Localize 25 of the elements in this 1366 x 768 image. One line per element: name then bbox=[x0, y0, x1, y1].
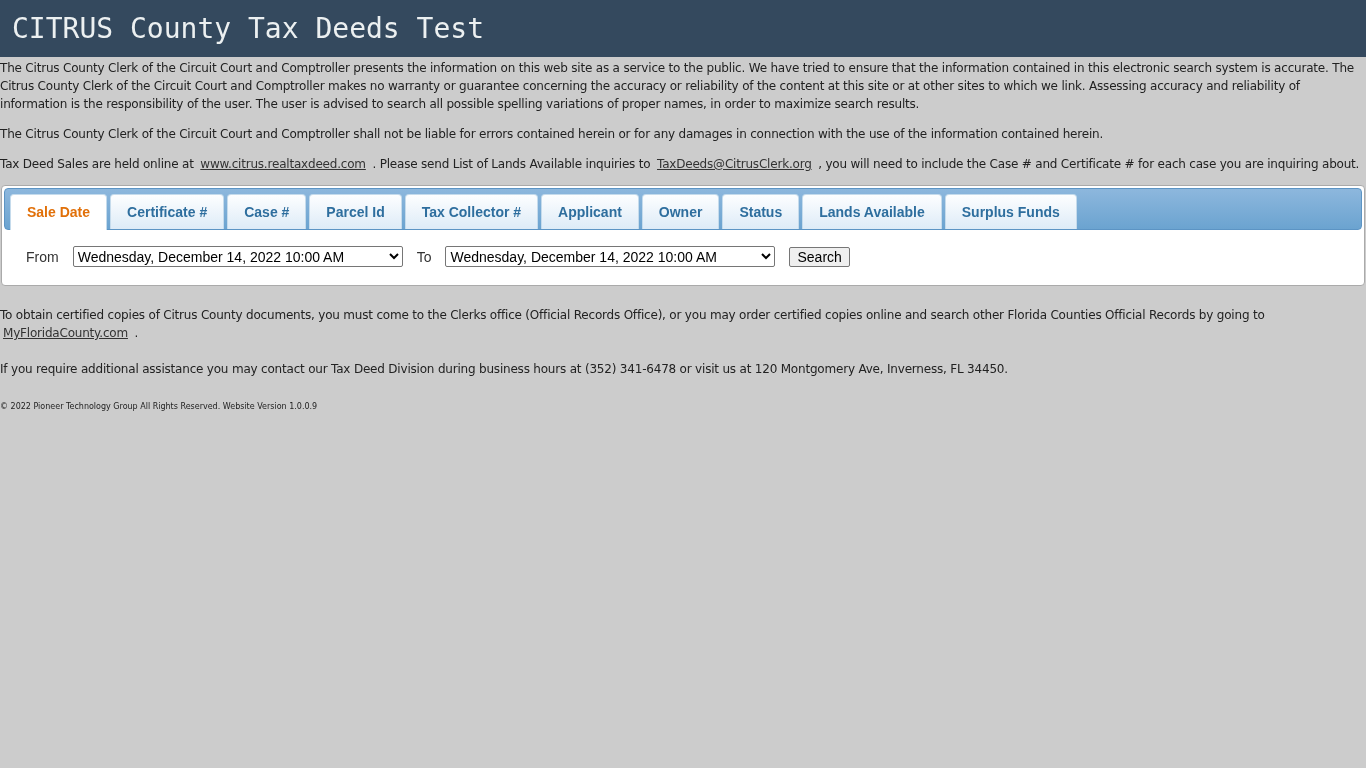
from-date-dropdown[interactable]: Wednesday, December 14, 2022 10:00 AM bbox=[72, 246, 403, 267]
tab[interactable]: Sale Date bbox=[10, 194, 108, 230]
tab[interactable]: Certificate # bbox=[110, 194, 225, 229]
tab[interactable]: Case # bbox=[227, 194, 307, 229]
copies-paragraph: To obtain certified copies of Citrus County documents, you must come to the Clerks office (Official Records Office), or you may order certified copies online and search other Florida Counties Official Records by going to MyFloridaCounty.com . bbox=[0, 307, 1266, 342]
tab[interactable]: Tax Collector # bbox=[404, 194, 539, 229]
inline-link[interactable]: MyFloridaCounty.com bbox=[3, 326, 128, 340]
to-date-dropdown[interactable]: Wednesday, December 14, 2022 10:00 AM bbox=[445, 246, 776, 267]
disclaimer-paragraph: The Citrus County Clerk of the Circuit Court and Comptroller shall not be liable for errors contained herein or for any damages in connection with the use of the information contained herein. bbox=[0, 126, 1105, 143]
from-label: From bbox=[26, 248, 59, 265]
copyright-text: © 2022 Pioneer Technology Group All Rights Reserved. Website Version 1.0.0.9 bbox=[0, 402, 319, 411]
sales-paragraph: Tax Deed Sales are held online at www.citrus.realtaxdeed.com . Please send List of Lands Available inquiries to TaxDeeds@CitrusClerk.org , you will need to include the Case # and Certificate # for each case you are inquiring about. bbox=[0, 156, 1361, 173]
disclaimer-paragraph: The Citrus County Clerk of the Circuit Court and Comptroller presents the information on this web site as a service to the public. We have tried to ensure that the information contained in this electronic search system is accurate. The Citrus County Clerk of the Circuit Court and Comptroller makes no warranty or guarantee concerning the accuracy or reliability of the content at this site or at other sites to which we link. Assessing accuracy and reliability of information is the responsibility of the user. The user is advised to search all possible spelling variations of proper names, in order to maximize search results. bbox=[0, 60, 1355, 113]
inline-link[interactable]: www.citrus.realtaxdeed.com bbox=[200, 157, 366, 171]
assistance-paragraph: If you require additional assistance you may contact our Tax Deed Division during business hours at (352) 341-6478 or visit us at 120 Montgomery Ave, Inverness, FL 34450. bbox=[0, 361, 1009, 378]
tab[interactable]: Surplus Funds bbox=[944, 194, 1077, 229]
search-button[interactable]: Search bbox=[789, 246, 850, 267]
tab[interactable]: Applicant bbox=[541, 194, 639, 229]
site-title: CITRUS County Tax Deeds Test bbox=[12, 12, 484, 45]
to-label: To bbox=[416, 248, 432, 265]
inline-link[interactable]: TaxDeeds@CitrusClerk.org bbox=[657, 157, 812, 171]
tab[interactable]: Status bbox=[722, 194, 800, 229]
tab[interactable]: Lands Available bbox=[802, 194, 942, 229]
tab[interactable]: Owner bbox=[641, 194, 720, 229]
tab[interactable]: Parcel Id bbox=[309, 194, 402, 229]
